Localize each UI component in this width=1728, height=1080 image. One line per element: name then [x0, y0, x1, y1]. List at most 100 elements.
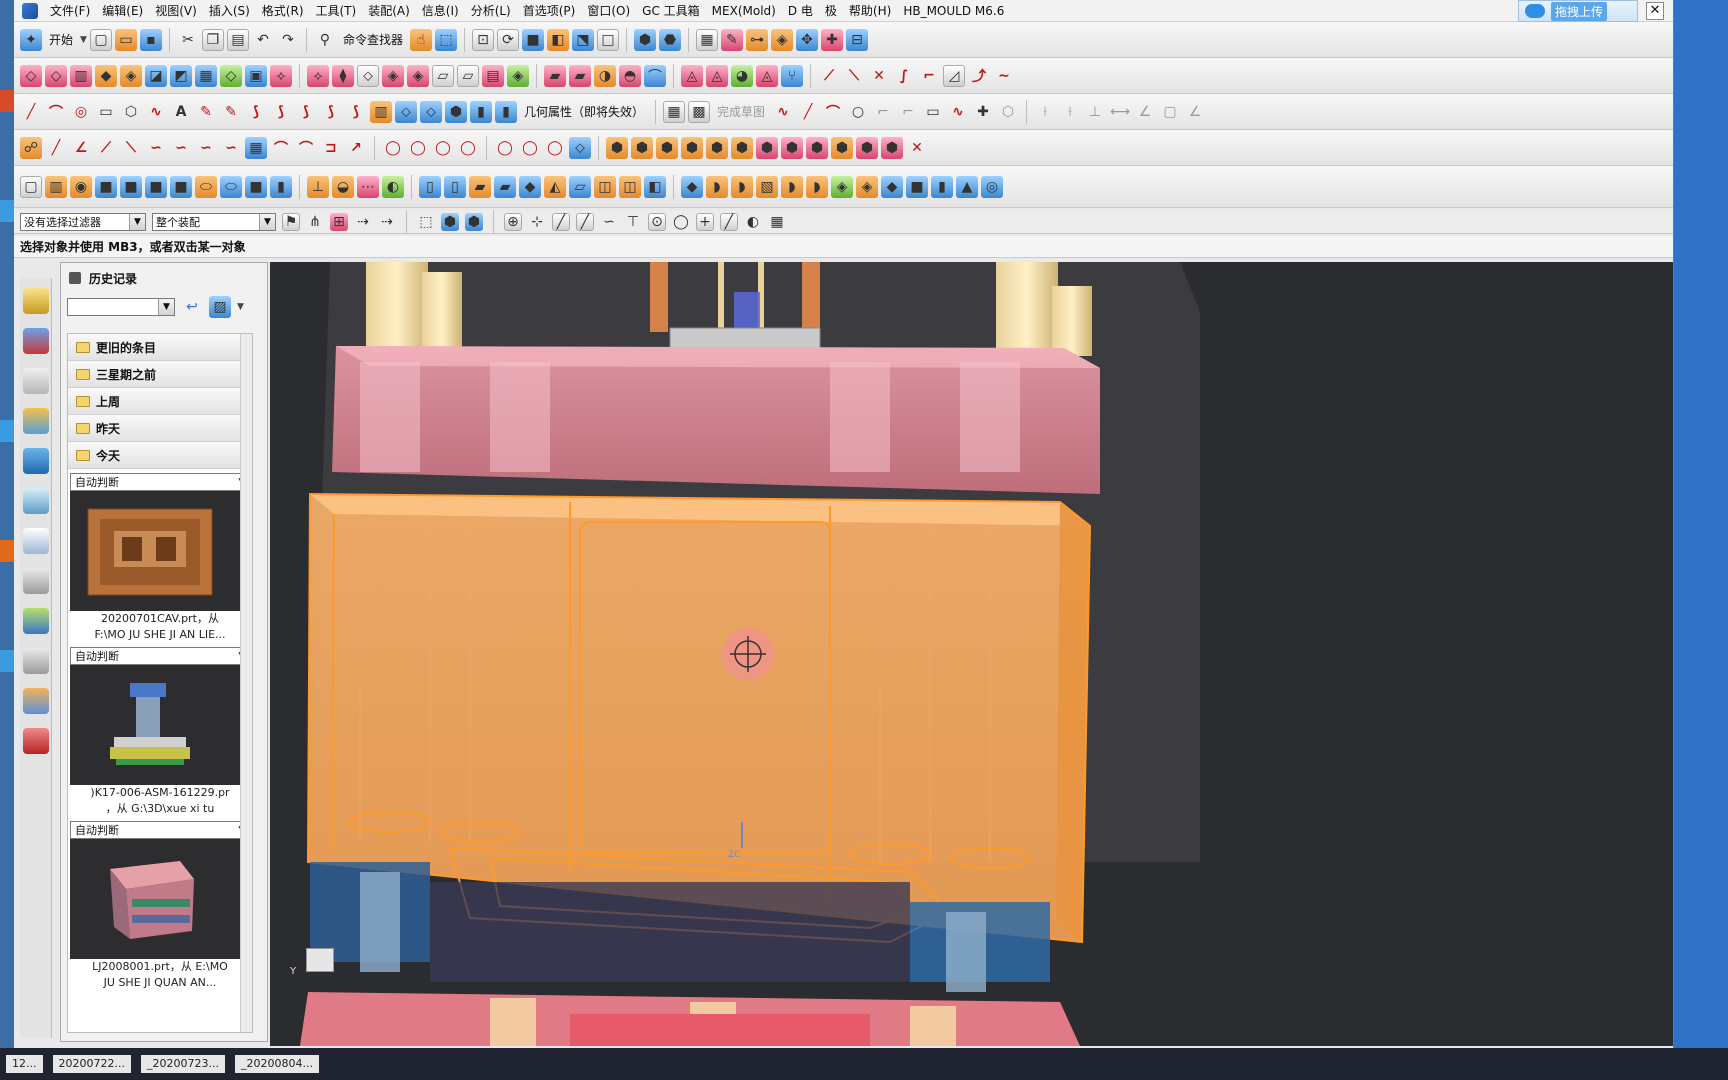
- chevron-down-icon[interactable]: ▼: [129, 213, 145, 230]
- dimension-icon[interactable]: ⟷: [1109, 101, 1131, 123]
- text-icon[interactable]: A: [170, 101, 192, 123]
- thicken-icon[interactable]: ⬦: [357, 64, 379, 87]
- fillet-icon[interactable]: ⌐: [872, 101, 894, 123]
- curve-tool-icon[interactable]: ▥: [370, 100, 392, 123]
- sketch-offset-icon[interactable]: ⬡: [997, 101, 1019, 123]
- select-intent-icon[interactable]: ⇢: [378, 213, 396, 231]
- shaded-view-icon[interactable]: ■: [521, 28, 544, 51]
- sync-model-icon[interactable]: ▮: [931, 175, 953, 198]
- feature-icon[interactable]: ⬢: [706, 136, 728, 159]
- menu-view[interactable]: 视图(V): [149, 2, 203, 19]
- curve-edit-icon[interactable]: ∼: [993, 65, 1015, 87]
- menu-extreme[interactable]: 极: [819, 2, 843, 19]
- filter-icon[interactable]: ⚑: [282, 212, 300, 231]
- desktop-icon[interactable]: [0, 650, 14, 672]
- reuse-library-icon[interactable]: [23, 408, 49, 434]
- circle-icon[interactable]: ◯: [432, 137, 454, 159]
- feature-icon[interactable]: ⬢: [806, 136, 828, 159]
- rotate-view-icon[interactable]: ⟳: [496, 28, 519, 51]
- snap-line-icon[interactable]: ╱: [576, 212, 594, 231]
- surface-color-icon[interactable]: ◕: [731, 64, 753, 87]
- finish-sketch-button[interactable]: 完成草图: [713, 103, 769, 120]
- move-icon[interactable]: ✥: [795, 28, 818, 51]
- feature-icon[interactable]: ⬢: [606, 136, 628, 159]
- surface-edit-icon[interactable]: ◬: [706, 64, 728, 87]
- history-folder[interactable]: 今天: [68, 442, 252, 469]
- bracket-icon[interactable]: ⊐: [320, 137, 342, 159]
- point-set-icon[interactable]: ⬦: [569, 136, 591, 159]
- offset-surface-icon[interactable]: ▣: [245, 64, 267, 87]
- history-entry[interactable]: 自动判断 ▼ )K17-006-ASM-161229.pr ，从 G:\3D\x…: [70, 647, 250, 817]
- menu-info[interactable]: 信息(I): [416, 2, 465, 19]
- load-mode-select[interactable]: 自动判断 ▼: [70, 473, 250, 491]
- menu-file[interactable]: 文件(F): [44, 2, 96, 19]
- circle-icon[interactable]: ◯: [382, 137, 404, 159]
- blend-icon[interactable]: ◓: [619, 64, 641, 87]
- role-icon[interactable]: [23, 488, 49, 514]
- selection-icon[interactable]: ⬚: [434, 28, 457, 51]
- desktop-icon[interactable]: [0, 200, 14, 222]
- menu-mex-mold[interactable]: MEX(Mold): [706, 4, 782, 18]
- chamfer-icon[interactable]: ⌐: [897, 101, 919, 123]
- bridge-icon[interactable]: ◇: [220, 64, 242, 87]
- cone-icon[interactable]: ▲: [956, 175, 978, 198]
- system-scenes-icon[interactable]: [23, 728, 49, 754]
- sync-model-icon[interactable]: ◆: [881, 175, 903, 198]
- surface-edit-icon[interactable]: ◬: [756, 64, 778, 87]
- color-icon[interactable]: ◈: [507, 64, 529, 87]
- process-studio-icon[interactable]: [23, 608, 49, 634]
- snap-icon[interactable]: ⋔: [306, 213, 324, 231]
- sync-model-icon[interactable]: ◈: [831, 175, 853, 198]
- close-button[interactable]: ✕: [1646, 2, 1664, 20]
- face-select-icon[interactable]: ⬢: [465, 212, 483, 231]
- component-icon[interactable]: ⬣: [658, 28, 681, 51]
- face-icon[interactable]: ◈: [120, 64, 142, 87]
- part-thumbnail[interactable]: [70, 491, 250, 611]
- cut-icon[interactable]: ✂: [177, 29, 199, 51]
- load-mode-select[interactable]: 自动判断 ▼: [70, 647, 250, 665]
- surface-edit-icon[interactable]: ◬: [681, 64, 703, 87]
- delete-body-icon[interactable]: ✕: [906, 137, 928, 159]
- table-icon[interactable]: ▦: [768, 213, 786, 231]
- history-folder[interactable]: 更旧的条目: [68, 334, 252, 361]
- constraint-icon[interactable]: ⟊: [1059, 101, 1081, 123]
- load-mode-select[interactable]: 自动判断 ▼: [70, 821, 250, 839]
- split-face-icon[interactable]: ◈: [382, 64, 404, 87]
- curve-icon[interactable]: ∽: [145, 137, 167, 159]
- copy-face-icon[interactable]: ▱: [432, 64, 454, 87]
- taskbar-item[interactable]: 12...: [6, 1055, 43, 1073]
- curve-edit-icon[interactable]: ◿: [943, 64, 965, 87]
- line-icon[interactable]: ╱: [45, 137, 67, 159]
- menu-assembly[interactable]: 装配(A): [362, 2, 416, 19]
- block-icon[interactable]: ■: [170, 175, 192, 198]
- history-scrollbar[interactable]: [240, 334, 252, 1032]
- sync-model-icon[interactable]: ◈: [856, 175, 878, 198]
- sync-model-icon[interactable]: ◗: [706, 175, 728, 198]
- history-clock-icon[interactable]: [23, 528, 49, 554]
- curve-tool-icon[interactable]: ⟆: [320, 101, 342, 123]
- snap-curve-icon[interactable]: ∽: [600, 213, 618, 231]
- curve-edit-icon[interactable]: ∫: [893, 65, 915, 87]
- shell-icon[interactable]: ▯: [419, 175, 441, 198]
- curve-tool-icon[interactable]: ⟆: [345, 101, 367, 123]
- curve-edit-icon[interactable]: ⟋: [818, 65, 840, 87]
- unite-icon[interactable]: ◐: [382, 175, 404, 198]
- curve-edit-icon[interactable]: ⌐: [918, 65, 940, 87]
- curve-tool-icon[interactable]: ⬢: [445, 100, 467, 123]
- mirror-icon[interactable]: ◧: [644, 175, 666, 198]
- menu-electrode[interactable]: D 电: [782, 2, 819, 19]
- sketch-tool-icon[interactable]: ☍: [20, 136, 42, 159]
- dimension-icon[interactable]: ∠: [1134, 101, 1156, 123]
- copy-icon[interactable]: ❐: [201, 28, 224, 51]
- fit-view-icon[interactable]: ⊡: [471, 28, 494, 51]
- patch-icon[interactable]: ⧫: [332, 64, 354, 87]
- feature-icon[interactable]: ⬢: [831, 136, 853, 159]
- desktop-icon[interactable]: [0, 540, 14, 562]
- offset-icon[interactable]: ◑: [594, 64, 616, 87]
- assembly-icon[interactable]: ⬢: [633, 28, 656, 51]
- selection-scope-select[interactable]: 整个装配 ▼: [152, 212, 276, 231]
- select-intent-icon[interactable]: ⇢: [354, 213, 372, 231]
- drag-upload-button[interactable]: 拖拽上传: [1518, 0, 1638, 22]
- angle-line-icon[interactable]: ∠: [70, 137, 92, 159]
- type-filter-select[interactable]: 没有选择过滤器 ▼: [20, 212, 146, 231]
